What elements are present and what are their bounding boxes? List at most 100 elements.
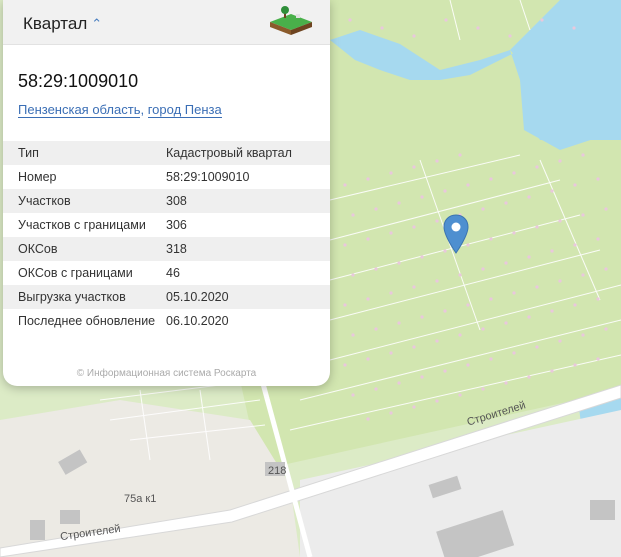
row-key: Выгрузка участков (3, 285, 166, 309)
plot-dot (420, 315, 424, 319)
region-link[interactable]: Пензенская область (18, 102, 141, 118)
plot-dot (573, 363, 577, 367)
plot-dot (389, 291, 393, 295)
plot-dot (489, 177, 493, 181)
plot-dot (581, 153, 585, 157)
table-row: Выгрузка участков 05.10.2020 (3, 285, 330, 309)
row-value: 306 (166, 218, 187, 232)
plot-dot (476, 26, 480, 30)
plot-dot (504, 321, 508, 325)
plot-dot (443, 189, 447, 193)
plot-dot (604, 207, 608, 211)
plot-dot (435, 339, 439, 343)
plot-dot (466, 303, 470, 307)
plot-dot (412, 225, 416, 229)
plot-dot (343, 243, 347, 247)
plot-dot (397, 321, 401, 325)
plot-dot (351, 213, 355, 217)
plot-dot (397, 381, 401, 385)
plot-dot (420, 195, 424, 199)
plot-dot (458, 333, 462, 337)
plot-dot (508, 34, 512, 38)
row-value: 58:29:1009010 (166, 170, 250, 184)
plot-dot (558, 219, 562, 223)
plot-dot (572, 26, 576, 30)
row-value: 06.10.2020 (166, 314, 229, 328)
plot-dot (435, 159, 439, 163)
info-panel: Квартал ⌃ 58:29:1009010 Пензенская област… (3, 0, 330, 386)
plot-dot (558, 339, 562, 343)
plot-dot (380, 26, 384, 30)
plot-dot (458, 273, 462, 277)
plot-dot (558, 159, 562, 163)
plot-dot (535, 225, 539, 229)
plot-dot (527, 195, 531, 199)
plot-dot (397, 261, 401, 265)
row-key: Тип (3, 141, 166, 165)
plot-dot (412, 165, 416, 169)
city-link[interactable]: город Пенза (147, 102, 222, 118)
plot-dot (527, 255, 531, 259)
plot-dot (527, 375, 531, 379)
plot-dot (504, 381, 508, 385)
plot-dot (581, 213, 585, 217)
row-key: Последнее обновление (18, 314, 156, 328)
plot-dot (550, 249, 554, 253)
plot-dot (596, 177, 600, 181)
row-key: Участков с границами (18, 218, 146, 232)
plot-dot (412, 405, 416, 409)
plot-dot (374, 387, 378, 391)
plot-dot (481, 387, 485, 391)
row-key: ОКСов (3, 237, 166, 261)
plot-dot (573, 243, 577, 247)
plot-dot (444, 18, 448, 22)
plot-dot (412, 345, 416, 349)
location-pin-icon[interactable] (443, 214, 469, 254)
plot-dot (420, 375, 424, 379)
chevron-up-icon: ⌃ (91, 16, 103, 31)
plot-dot (535, 345, 539, 349)
plot-dot (535, 165, 539, 169)
table-row: Номер 58:29:1009010 (3, 165, 330, 189)
plot-dot (512, 291, 516, 295)
plot-dot (558, 279, 562, 283)
table-row: Участков 308 (3, 189, 330, 213)
plot-dot (550, 189, 554, 193)
row-key: Участков (3, 189, 166, 213)
plot-dot (540, 18, 544, 22)
table-row: Участков с границами 306 (3, 213, 330, 237)
plot-dot (389, 231, 393, 235)
plot-dot (389, 411, 393, 415)
plot-dot (374, 327, 378, 331)
building-label-218: 218 (268, 465, 287, 477)
panel-title-toggle[interactable]: Квартал ⌃ (23, 14, 102, 34)
plot-dot (443, 369, 447, 373)
panel-header: Квартал ⌃ (3, 0, 330, 45)
plot-dot (458, 393, 462, 397)
plot-dot (535, 285, 539, 289)
plot-dot (412, 34, 416, 38)
plot-dot (596, 357, 600, 361)
copyright: © Информационная система Роскарта (76, 368, 257, 379)
plot-dot (366, 177, 370, 181)
plot-dot (596, 237, 600, 241)
plot-dot (512, 231, 516, 235)
row-value: 46 (166, 266, 180, 280)
plot-dot (489, 297, 493, 301)
plot-dot (458, 153, 462, 157)
info-table: Тип Кадастровый квартал Номер 58:29:1009010… (3, 141, 330, 354)
plot-dot (604, 267, 608, 271)
plot-dot (343, 363, 347, 367)
row-value: 05.10.2020 (166, 285, 330, 309)
row-key: Номер (18, 170, 57, 184)
plot-dot (504, 261, 508, 265)
plot-dot (412, 285, 416, 289)
plot-dot (512, 171, 516, 175)
plot-dot (366, 297, 370, 301)
plot-dot (351, 333, 355, 337)
plot-dot (581, 333, 585, 337)
plot-dot (389, 171, 393, 175)
plot-dot (573, 183, 577, 187)
plot-dot (504, 201, 508, 205)
plot-dot (389, 351, 393, 355)
